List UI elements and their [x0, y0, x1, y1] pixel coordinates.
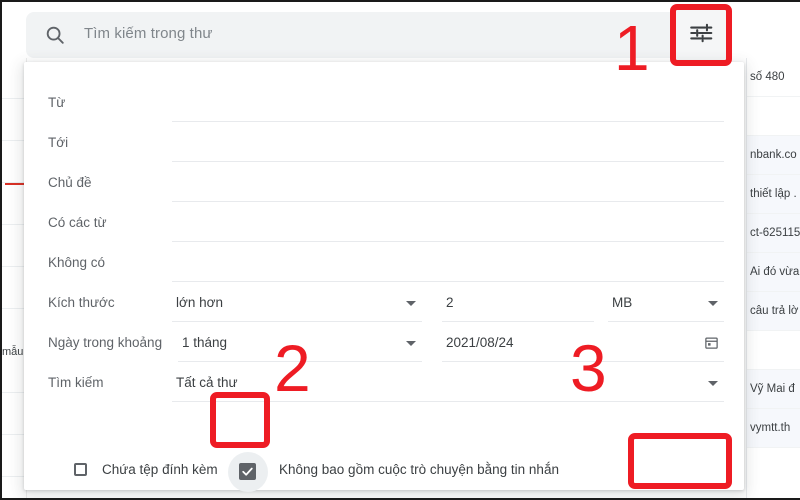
field-label: Ngày trong khoảng: [48, 335, 163, 350]
mail-list-row[interactable]: vymtt.th: [747, 409, 800, 448]
mail-list-row[interactable]: [747, 97, 800, 136]
field-label: Tìm kiếm: [48, 375, 104, 390]
field-label: Không có: [48, 255, 106, 270]
bg-left-text-snippet: mẫu: [2, 346, 24, 358]
mail-list-row[interactable]: thiết lập .: [747, 175, 800, 214]
mail-row-text: Vỹ Mai đ: [750, 383, 795, 395]
chevron-down-icon[interactable]: [708, 381, 718, 386]
chevron-down-icon[interactable]: [406, 301, 416, 306]
screenshot-root: mẫu số 480 nbank.co thiết lập . ct-62511…: [0, 0, 800, 500]
field-row-subject: Chủ đề: [24, 164, 744, 202]
field-label: Chủ đề: [48, 175, 92, 190]
date-range-value[interactable]: 1 tháng: [182, 335, 227, 350]
chevron-down-icon[interactable]: [406, 341, 416, 346]
size-comparator-value[interactable]: lớn hơn: [176, 295, 223, 310]
bg-divider: [2, 392, 26, 393]
field-row-size: Kích thước lớn hơn 2 MB: [24, 284, 744, 322]
checkmark-icon: [242, 467, 253, 476]
mail-row-text: thiết lập .: [750, 188, 797, 200]
field-label: Từ: [48, 95, 66, 110]
scope-underline: [172, 401, 724, 402]
mail-list-row[interactable]: nbank.co: [747, 136, 800, 175]
mail-row-text: số 480: [750, 71, 785, 83]
mail-row-text: nbank.co: [750, 149, 797, 161]
chevron-down-icon[interactable]: [708, 301, 718, 306]
bg-divider: [2, 140, 26, 141]
size-amount-underline: [442, 321, 594, 322]
mail-row-text: câu trả lờ: [750, 305, 799, 317]
mail-list-clipped: số 480 nbank.co thiết lập . ct-625115 Ai…: [746, 58, 800, 498]
has-attachment-label[interactable]: Chứa tệp đính kèm: [102, 462, 218, 477]
bg-divider: [2, 182, 26, 183]
field-label: Có các từ: [48, 215, 107, 230]
mail-list-row[interactable]: câu trả lờ: [747, 292, 800, 331]
size-unit-underline: [608, 321, 724, 322]
search-input-placeholder[interactable]: Tìm kiếm trong thư: [84, 25, 213, 42]
field-row-has-words: Có các từ: [24, 204, 744, 242]
search-bar[interactable]: Tìm kiếm trong thư: [26, 12, 732, 58]
mail-list-row[interactable]: [747, 331, 800, 370]
mail-row-text: ct-625115: [750, 227, 800, 239]
exclude-chats-checkbox[interactable]: [239, 463, 256, 480]
field-label: Kích thước: [48, 295, 115, 310]
bg-divider: [2, 308, 26, 309]
field-underline: [172, 281, 724, 282]
size-amount-value[interactable]: 2: [446, 295, 454, 310]
show-search-options-button[interactable]: [674, 8, 728, 62]
size-unit-value[interactable]: MB: [612, 295, 632, 310]
mail-row-text: vymtt.th: [750, 422, 791, 434]
mail-row-text: Ai đó vừa: [750, 266, 800, 278]
field-row-to: Tới: [24, 124, 744, 162]
field-label: Tới: [48, 135, 69, 150]
advanced-search-panel: Từ Tới Chủ đề Có các từ Không có Kích th…: [24, 62, 744, 492]
exclude-chats-label[interactable]: Không bao gồm cuộc trò chuyện bằng tin n…: [279, 462, 559, 477]
bg-divider: [2, 434, 26, 435]
calendar-icon[interactable]: [704, 335, 719, 355]
date-value-underline: [442, 361, 724, 362]
field-underline: [172, 161, 724, 162]
checkbox-row: Chứa tệp đính kèm Không bao gồm cuộc trò…: [24, 452, 744, 496]
field-underline: [172, 201, 724, 202]
field-row-doesnt-have: Không có: [24, 244, 744, 282]
bg-divider: [2, 98, 26, 99]
field-row-from: Từ: [24, 84, 744, 122]
field-underline: [172, 121, 724, 122]
bg-divider: [2, 266, 26, 267]
tune-sliders-icon: [688, 20, 714, 51]
bg-divider: [2, 476, 26, 477]
date-value[interactable]: 2021/08/24: [446, 335, 514, 350]
size-comparator-underline: [172, 321, 422, 322]
mail-list-row[interactable]: số 480: [747, 58, 800, 97]
has-attachment-checkbox[interactable]: [74, 463, 87, 476]
date-range-underline: [178, 361, 422, 362]
mail-list-row[interactable]: ct-625115: [747, 214, 800, 253]
bg-divider: [2, 224, 26, 225]
field-underline: [172, 241, 724, 242]
mail-list-row[interactable]: Ai đó vừa: [747, 253, 800, 292]
field-row-date-within: Ngày trong khoảng 1 tháng 2021/08/24: [24, 324, 744, 362]
mail-list-row[interactable]: Vỹ Mai đ: [747, 370, 800, 409]
field-row-search-scope: Tìm kiếm Tất cả thư: [24, 364, 744, 402]
search-icon: [44, 24, 66, 46]
scope-value[interactable]: Tất cả thư: [176, 375, 238, 390]
